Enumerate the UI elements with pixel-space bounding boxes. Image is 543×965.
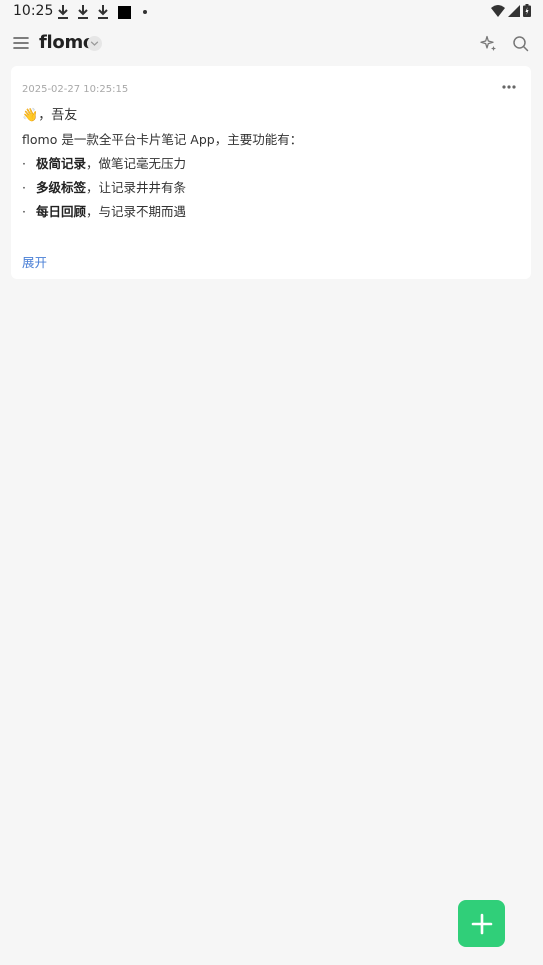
bullet-text: ，与记录不期而遇 bbox=[86, 204, 187, 219]
memo-bullet: · 极简记录，做笔记毫无压力 bbox=[22, 152, 512, 176]
status-time: 10:25 bbox=[13, 3, 54, 19]
app-header: flomo bbox=[0, 28, 543, 60]
app-screen: 10:25 flomo 2025-02-27 10:25:15 👋，吾友 flo… bbox=[0, 0, 543, 965]
expand-link[interactable]: 展开 bbox=[22, 252, 47, 271]
download-icon bbox=[98, 5, 108, 19]
plus-icon bbox=[471, 913, 492, 934]
bullet-bold: 每日回顾 bbox=[36, 204, 87, 219]
memo-intro: flomo 是一款全平台卡片笔记 App，主要功能有： bbox=[22, 132, 303, 147]
signal-icon bbox=[508, 4, 520, 17]
greeting-text: ，吾友 bbox=[38, 108, 78, 123]
battery-icon bbox=[523, 4, 531, 17]
bullet-symbol: · bbox=[22, 180, 26, 195]
bullet-symbol: · bbox=[22, 156, 26, 171]
more-notifications-icon bbox=[143, 10, 147, 14]
add-memo-button[interactable] bbox=[458, 900, 505, 947]
bullet-text: ，做笔记毫无压力 bbox=[86, 156, 187, 171]
bullet-bold: 多级标签 bbox=[36, 180, 87, 195]
download-icon bbox=[58, 5, 68, 19]
bullet-text: ，让记录井井有条 bbox=[86, 180, 187, 195]
memo-bullet: · 每日回顾，与记录不期而遇 bbox=[22, 200, 512, 224]
memo-greeting: 👋，吾友 bbox=[22, 104, 512, 128]
system-icons bbox=[491, 4, 531, 17]
search-icon[interactable] bbox=[512, 35, 529, 52]
waving-hand-icon: 👋 bbox=[22, 108, 39, 123]
app-notification-icon bbox=[118, 5, 131, 19]
status-bar: 10:25 bbox=[0, 0, 543, 24]
more-options-icon[interactable] bbox=[501, 80, 517, 94]
memo-timestamp: 2025-02-27 10:25:15 bbox=[22, 84, 129, 95]
sparkle-icon[interactable] bbox=[480, 35, 497, 52]
wifi-icon bbox=[491, 4, 505, 17]
bullet-bold: 极简记录 bbox=[36, 156, 87, 171]
memo-bullet: · 多级标签，让记录井井有条 bbox=[22, 176, 512, 200]
bullet-symbol: · bbox=[22, 204, 26, 219]
memo-card[interactable]: 2025-02-27 10:25:15 👋，吾友 flomo 是一款全平台卡片笔… bbox=[11, 66, 531, 279]
notification-icons bbox=[56, 4, 147, 20]
download-icon bbox=[78, 5, 88, 19]
chevron-down-icon[interactable] bbox=[87, 36, 102, 51]
menu-icon[interactable] bbox=[13, 36, 29, 50]
memo-content: 👋，吾友 flomo 是一款全平台卡片笔记 App，主要功能有： · 极简记录，做… bbox=[22, 104, 512, 224]
